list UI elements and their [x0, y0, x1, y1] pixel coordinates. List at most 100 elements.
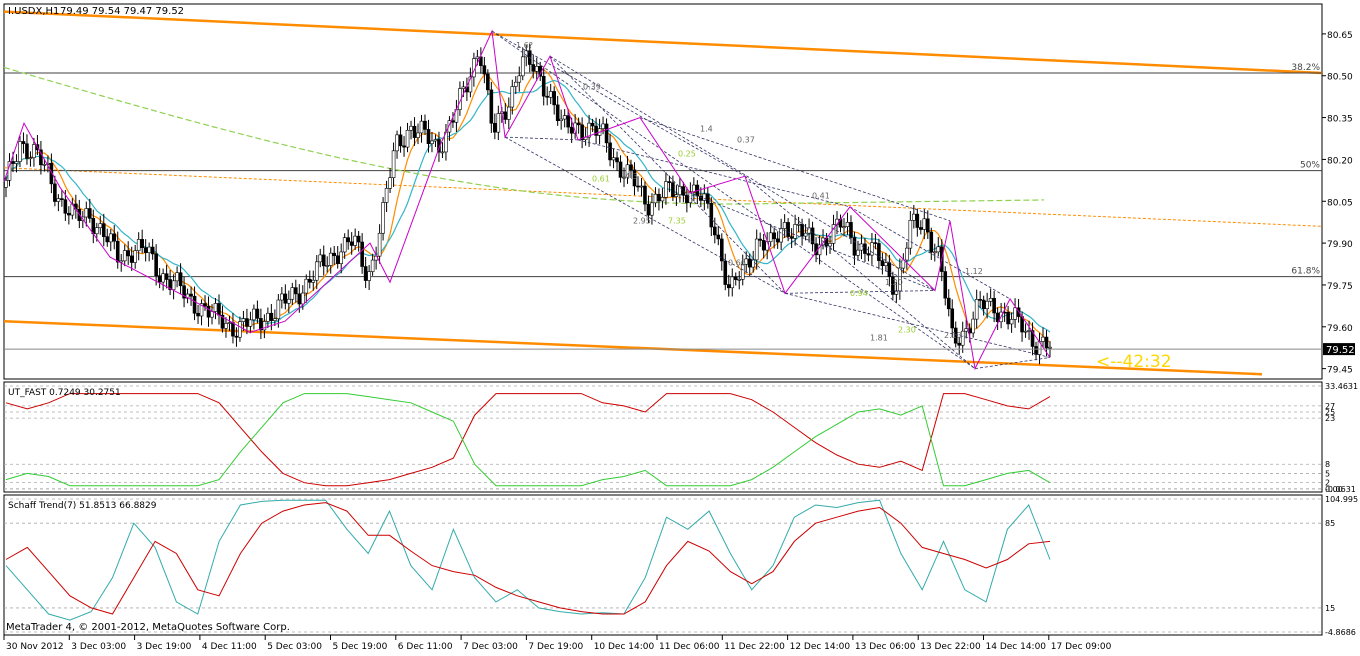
x-tick-label: 3 Dec 03:00	[71, 642, 126, 652]
candle-body	[231, 322, 235, 337]
indicator-y-label: 15	[1325, 604, 1335, 613]
candle-body	[356, 235, 361, 243]
candle-body	[280, 293, 284, 301]
y-tick-label: 80.05	[1327, 198, 1353, 208]
candle-body	[363, 266, 368, 281]
candle-body	[171, 280, 176, 290]
candle-body	[129, 255, 134, 263]
candle-body	[175, 272, 179, 282]
candle-body	[643, 185, 647, 205]
candle-body	[660, 197, 665, 202]
candle-body	[877, 243, 881, 261]
indicator-y-label: 23	[1325, 414, 1335, 423]
candle-body	[115, 240, 120, 263]
candle-body	[398, 134, 403, 147]
candle-body	[503, 111, 508, 120]
candle-body	[569, 126, 574, 134]
candle-body	[534, 65, 539, 72]
x-tick-label: 17 Dec 09:00	[1051, 642, 1112, 652]
main-y-ticks: 80.65 80.50 80.35 80.20 80.05 79.90 79.75 79.60…	[1322, 31, 1353, 376]
orange-moving-average	[5, 67, 1051, 343]
y-tick-label: 80.50	[1327, 73, 1353, 83]
candle-body	[349, 241, 354, 246]
candle-body	[440, 151, 445, 154]
candle-body	[1034, 346, 1038, 355]
candle-body	[150, 246, 155, 255]
x-tick-label: 7 Dec 03:00	[463, 642, 518, 652]
candle-body	[562, 115, 567, 120]
candle-body	[11, 161, 15, 164]
candle-body	[238, 321, 242, 338]
candle-body	[461, 86, 466, 89]
y-tick-label: 79.45	[1327, 366, 1353, 376]
candle-body	[590, 122, 595, 127]
candle-body	[957, 342, 962, 346]
candle-body	[555, 104, 560, 121]
ratio-label: 1.4	[700, 125, 713, 134]
candle-body	[782, 222, 787, 229]
candle-body	[726, 284, 731, 289]
candle-body	[842, 226, 846, 228]
candle-body	[318, 254, 323, 263]
ratio-label: 0.61	[592, 175, 610, 184]
candle-body	[192, 295, 197, 314]
candle-body	[122, 250, 127, 262]
chart-svg: 1.6? 0.39 0.25 0.37 1.4 0.61 4.3 2.95 7.35 0.66 0.…	[3, 3, 1358, 652]
candle-body	[426, 129, 431, 144]
candle-body	[4, 180, 8, 188]
candle-body	[754, 238, 759, 261]
channel-lower-line	[3, 319, 1263, 376]
candle-body	[475, 56, 480, 60]
candle-body	[866, 253, 871, 256]
candle-body	[56, 198, 61, 202]
candle-body	[604, 123, 609, 144]
ratio-label: 1.20	[885, 278, 903, 287]
x-tick-label: 10 Dec 14:00	[594, 642, 655, 652]
ut-fast-panel-frame	[3, 381, 1323, 493]
candle-body	[416, 132, 420, 138]
candle-body	[513, 81, 518, 87]
ut-fast-lines	[5, 393, 1051, 487]
candle-body	[922, 218, 927, 230]
candle-body	[768, 232, 773, 242]
ratio-label: 2.95	[633, 217, 651, 226]
candle-body	[723, 260, 728, 285]
candle-body	[852, 237, 857, 256]
candle-body	[395, 134, 399, 152]
candle-body	[273, 318, 277, 321]
candle-body	[775, 238, 780, 243]
candle-body	[157, 275, 162, 283]
harmonic-line	[744, 175, 976, 369]
candle-body	[287, 298, 291, 304]
harmonic-line	[549, 55, 786, 294]
candle-body	[946, 297, 951, 310]
ratio-label: 7.35	[668, 217, 686, 226]
candle-body	[772, 232, 776, 240]
candle-body	[657, 193, 661, 202]
x-tick-label: 6 Dec 11:00	[398, 642, 453, 652]
candle-body	[213, 303, 218, 312]
candle-body	[402, 145, 406, 148]
indicator-series-green	[5, 393, 1051, 487]
candle-body	[636, 185, 640, 188]
x-tick-label: 12 Dec 14:00	[790, 642, 851, 652]
candle-body	[789, 236, 794, 239]
ratio-label: 0.39	[583, 83, 601, 92]
candle-body	[283, 293, 288, 304]
candle-body	[335, 255, 340, 264]
candle-body	[751, 259, 756, 268]
candle-body	[25, 143, 29, 159]
candle-body	[196, 312, 200, 317]
candle-body	[793, 224, 797, 239]
candle-body	[14, 161, 19, 164]
x-tick-label: 7 Dec 19:00	[528, 642, 583, 652]
candle-body	[849, 222, 853, 238]
indicator-y-label: 5	[1325, 469, 1330, 478]
candle-body	[646, 203, 651, 216]
candle-body	[611, 157, 616, 161]
x-axis-ticks: 30 Nov 2012 3 Dec 03:00 3 Dec 19:00 4 Dec 1…	[3, 635, 1112, 652]
candle-body	[294, 287, 298, 295]
candle-body	[706, 193, 710, 204]
ratio-label: 4.3	[625, 172, 638, 181]
indicator-y-label: -4.8686	[1325, 628, 1356, 637]
